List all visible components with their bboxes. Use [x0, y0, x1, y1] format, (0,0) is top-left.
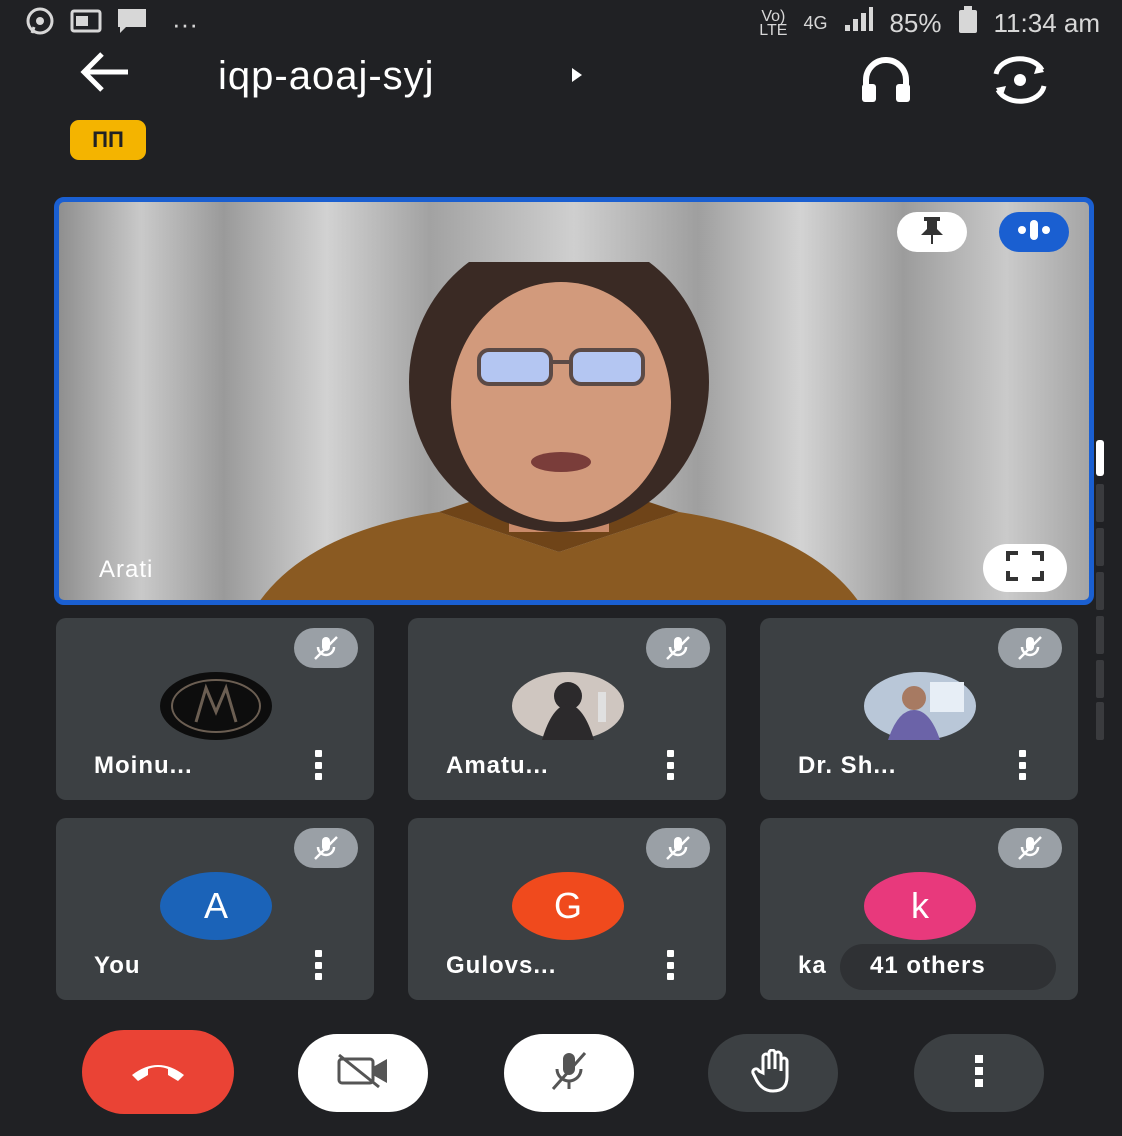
battery-icon: [958, 6, 978, 41]
main-video-tile[interactable]: Arati: [54, 197, 1094, 605]
scroll-seg: [1096, 702, 1104, 740]
pin-button[interactable]: [897, 212, 967, 252]
participant-name: You: [94, 952, 141, 979]
mic-off-icon: [294, 628, 358, 668]
participant-tile[interactable]: A You: [56, 818, 374, 1000]
meeting-code[interactable]: iqp-aoaj-syj: [218, 54, 435, 99]
meeting-details-caret-icon[interactable]: [570, 64, 584, 90]
whatsapp-icon: [24, 6, 56, 43]
participant-tile[interactable]: Dr. Sh...: [760, 618, 1078, 800]
audio-level-icon: [1014, 218, 1054, 247]
more-vert-icon[interactable]: [664, 950, 676, 980]
clock: 11:34 am: [993, 8, 1100, 38]
more-vert-icon[interactable]: [312, 750, 324, 780]
scroll-seg: [1096, 528, 1104, 566]
participant-name: Gulovs...: [446, 952, 557, 979]
participant-name: ka: [798, 952, 827, 979]
avatar: [160, 672, 272, 740]
mic-off-icon: [998, 828, 1062, 868]
mic-off-icon: [549, 1049, 589, 1098]
switch-camera-icon[interactable]: [988, 56, 1052, 109]
pin-icon: [919, 215, 945, 250]
headphones-audio-icon[interactable]: [858, 56, 914, 109]
phone-hangup-icon: [128, 1055, 188, 1090]
gallery-icon: [70, 8, 102, 41]
volte-indicator: Vo) LTE: [759, 7, 788, 39]
scroll-seg: [1096, 616, 1104, 654]
scroll-seg: [1096, 572, 1104, 610]
battery-percent: 85%: [889, 8, 942, 38]
participant-name: Dr. Sh...: [798, 752, 897, 779]
speaking-indicator: [999, 212, 1069, 252]
avatar: [512, 672, 624, 740]
raise-hand-button[interactable]: [708, 1034, 838, 1112]
scroll-seg: [1096, 660, 1104, 698]
camera-off-icon: [335, 1053, 391, 1094]
more-vert-icon[interactable]: [1016, 750, 1028, 780]
message-icon: [116, 7, 148, 42]
grid-scrollbar[interactable]: [1094, 440, 1104, 740]
camera-toggle-button[interactable]: [298, 1034, 428, 1112]
scroll-seg: [1096, 484, 1104, 522]
more-options-button[interactable]: [914, 1034, 1044, 1112]
back-arrow-icon[interactable]: [78, 50, 130, 105]
mic-off-icon: [294, 828, 358, 868]
more-vert-icon[interactable]: [312, 950, 324, 980]
fullscreen-icon: [1006, 550, 1044, 586]
main-participant-name: Arati: [99, 556, 154, 583]
fullscreen-button[interactable]: [983, 544, 1067, 592]
avatar: [864, 672, 976, 740]
mobile-data-label: 4G: [803, 13, 828, 33]
participant-tile[interactable]: k ka 41 others: [760, 818, 1078, 1000]
top-bar: iqp-aoaj-syj: [8, 50, 1114, 110]
mic-off-icon: [646, 828, 710, 868]
participant-tile[interactable]: Amatu...: [408, 618, 726, 800]
status-bar: ··· Vo) LTE 4G 85% 11:34 am: [8, 0, 1114, 44]
scrollbar-thumb[interactable]: [1096, 440, 1104, 476]
mic-toggle-button[interactable]: [504, 1034, 634, 1112]
signal-icon: [843, 7, 874, 40]
low-bandwidth-badge[interactable]: ΠΠ: [70, 120, 146, 160]
raise-hand-icon: [751, 1048, 795, 1098]
more-vert-icon: [973, 1053, 985, 1094]
more-vert-icon[interactable]: [664, 750, 676, 780]
speaker-video: [260, 262, 858, 600]
others-count[interactable]: 41 others: [870, 952, 986, 980]
participant-tile[interactable]: G Gulovs...: [408, 818, 726, 1000]
participant-name: Moinu...: [94, 752, 193, 779]
mic-off-icon: [646, 628, 710, 668]
end-call-button[interactable]: [82, 1030, 234, 1114]
more-notifications-icon: ···: [172, 9, 198, 39]
avatar: A: [160, 872, 272, 940]
mic-off-icon: [998, 628, 1062, 668]
avatar: k: [864, 872, 976, 940]
participant-tile[interactable]: Moinu...: [56, 618, 374, 800]
meet-screen: ··· Vo) LTE 4G 85% 11:34 am iqp-aoaj-syj: [8, 0, 1114, 1136]
avatar: G: [512, 872, 624, 940]
participant-name: Amatu...: [446, 752, 549, 779]
